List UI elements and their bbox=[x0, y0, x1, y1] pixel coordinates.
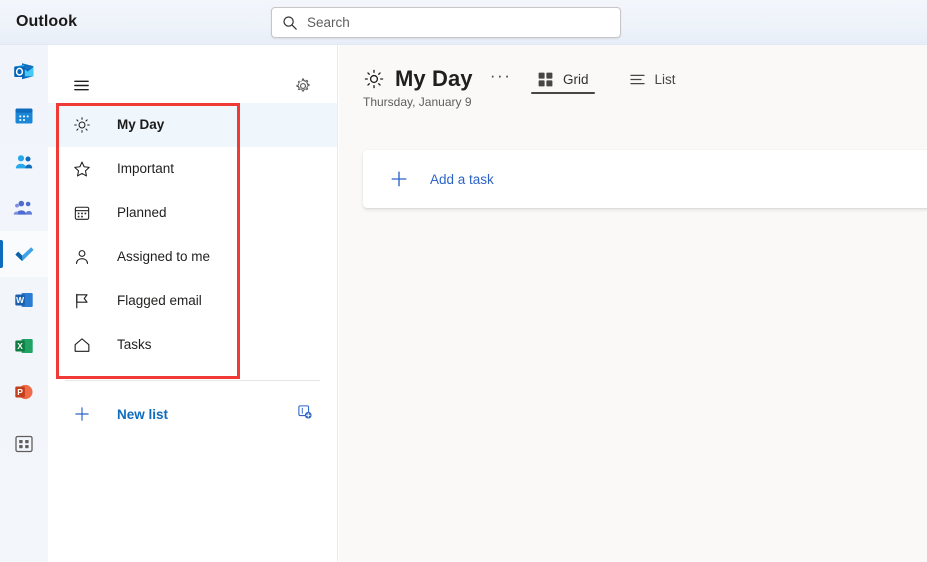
word-icon: W bbox=[12, 288, 36, 312]
rail-item-teams[interactable] bbox=[0, 185, 48, 231]
sidebar-divider bbox=[65, 380, 320, 381]
app-rail: W X P bbox=[0, 45, 48, 562]
sidebar-item-flagged-email[interactable]: Flagged email bbox=[48, 279, 337, 323]
sidebar-item-planned[interactable]: Planned bbox=[48, 191, 337, 235]
sidebar-item-my-day[interactable]: My Day bbox=[48, 103, 337, 147]
new-group-button[interactable] bbox=[288, 398, 320, 430]
calendar-icon bbox=[72, 203, 92, 223]
calendar-icon bbox=[12, 104, 36, 128]
rail-item-powerpoint[interactable]: P bbox=[0, 369, 48, 415]
app-grid-icon bbox=[12, 432, 36, 456]
gear-icon bbox=[294, 77, 312, 100]
more-options-button[interactable]: ··· bbox=[487, 65, 515, 93]
sidebar-item-tasks[interactable]: Tasks bbox=[48, 323, 337, 367]
grid-icon bbox=[537, 71, 554, 88]
rail-item-word[interactable]: W bbox=[0, 277, 48, 323]
sidebar-toolbar bbox=[48, 45, 337, 103]
powerpoint-icon: P bbox=[12, 380, 36, 404]
svg-text:W: W bbox=[16, 295, 24, 305]
sidebar-item-label: Planned bbox=[117, 205, 167, 221]
outlook-mail-icon bbox=[12, 58, 36, 82]
sidebar-item-label: My Day bbox=[117, 117, 165, 133]
svg-text:P: P bbox=[17, 387, 23, 397]
page-title-row: My Day ··· bbox=[363, 65, 515, 93]
todo-check-icon bbox=[12, 242, 36, 266]
menu-toggle-button[interactable] bbox=[65, 72, 97, 104]
tab-label: List bbox=[654, 71, 676, 87]
hamburger-icon bbox=[72, 76, 91, 100]
main-content: My Day ··· Thursday, January 9 Grid List… bbox=[339, 45, 927, 562]
plus-icon bbox=[72, 404, 92, 424]
star-icon bbox=[72, 159, 92, 179]
list-icon bbox=[629, 71, 646, 88]
rail-item-apps[interactable] bbox=[0, 421, 48, 467]
rail-item-todo[interactable] bbox=[0, 231, 48, 277]
add-task-row[interactable]: Add a task bbox=[363, 150, 927, 208]
new-list-label: New list bbox=[117, 406, 169, 422]
excel-icon: X bbox=[12, 334, 36, 358]
teams-icon bbox=[12, 196, 36, 220]
search-icon bbox=[282, 15, 298, 31]
home-icon bbox=[72, 335, 92, 355]
sun-icon bbox=[363, 68, 385, 90]
sidebar-nav-list: My Day Important Planned Assigned to me … bbox=[48, 103, 337, 367]
todo-sidebar: My Day Important Planned Assigned to me … bbox=[48, 45, 338, 562]
rail-item-excel[interactable]: X bbox=[0, 323, 48, 369]
sidebar-item-label: Assigned to me bbox=[117, 249, 211, 265]
sidebar-item-label: Important bbox=[117, 161, 175, 177]
page-title: My Day bbox=[395, 66, 473, 91]
page-subtitle-date: Thursday, January 9 bbox=[363, 95, 472, 109]
search-input[interactable] bbox=[307, 15, 610, 30]
sidebar-item-label: Tasks bbox=[117, 337, 152, 353]
top-bar: Outlook bbox=[0, 0, 927, 45]
rail-item-people[interactable] bbox=[0, 139, 48, 185]
new-list-button[interactable]: New list bbox=[48, 392, 337, 436]
main-header: My Day ··· Thursday, January 9 Grid List bbox=[339, 45, 927, 130]
tab-list[interactable]: List bbox=[623, 60, 682, 94]
people-icon bbox=[12, 150, 36, 174]
sidebar-item-important[interactable]: Important bbox=[48, 147, 337, 191]
svg-text:X: X bbox=[17, 341, 23, 351]
view-tabs: Grid List bbox=[531, 60, 710, 94]
add-task-label: Add a task bbox=[430, 171, 494, 187]
sun-icon bbox=[72, 115, 92, 135]
flag-icon bbox=[72, 291, 92, 311]
person-icon bbox=[72, 247, 92, 267]
tab-grid[interactable]: Grid bbox=[531, 60, 595, 94]
search-box[interactable] bbox=[271, 7, 621, 38]
sidebar-item-assigned-to-me[interactable]: Assigned to me bbox=[48, 235, 337, 279]
new-group-icon bbox=[296, 403, 313, 425]
rail-item-calendar[interactable] bbox=[0, 93, 48, 139]
tab-label: Grid bbox=[563, 71, 589, 87]
rail-item-mail[interactable] bbox=[0, 47, 48, 93]
sidebar-item-label: Flagged email bbox=[117, 293, 202, 309]
plus-icon bbox=[390, 170, 408, 188]
app-brand-title: Outlook bbox=[16, 13, 78, 30]
settings-button[interactable] bbox=[287, 72, 319, 104]
